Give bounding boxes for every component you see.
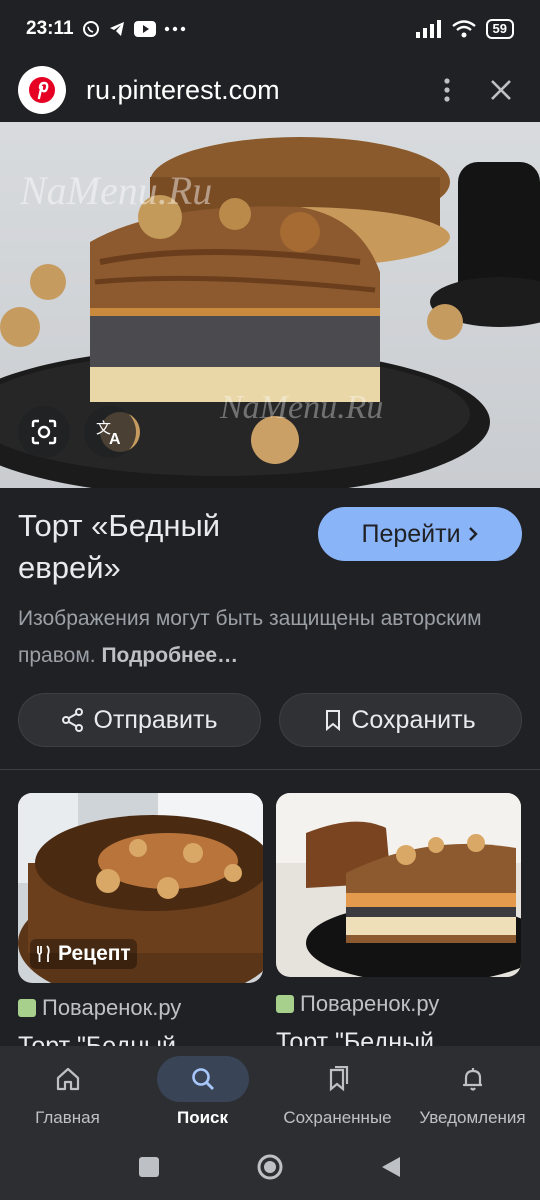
divider <box>0 769 540 770</box>
nav-search[interactable]: Поиск <box>135 1046 270 1138</box>
lens-icon <box>31 419 57 445</box>
related-thumbnail[interactable] <box>276 793 521 977</box>
more-vert-icon[interactable] <box>444 78 450 102</box>
related-source: Поваренок.ру <box>276 991 521 1017</box>
status-time: 23:11 <box>26 18 74 39</box>
wifi-icon <box>451 20 476 38</box>
cake-photo: NaMenu.Ru NaMenu.Ru <box>0 122 540 488</box>
home-icon <box>56 1067 79 1091</box>
battery-indicator: 59 <box>485 19 514 39</box>
back-button[interactable] <box>380 1155 402 1184</box>
status-bar: 23:11 59 <box>0 0 540 58</box>
visit-label: Перейти <box>361 519 461 548</box>
related-thumbnail[interactable]: Рецепт <box>18 793 263 983</box>
result-title: Торт «Бедный еврей» <box>18 508 221 585</box>
search-icon <box>191 1068 214 1090</box>
nav-label: Уведомления <box>419 1108 526 1127</box>
system-navigation <box>0 1138 540 1200</box>
recents-button[interactable] <box>138 1156 160 1183</box>
home-button[interactable] <box>256 1153 284 1186</box>
square-icon <box>139 1156 159 1177</box>
chevron-right-icon <box>468 527 478 541</box>
nav-saved[interactable]: Сохраненные <box>270 1046 405 1138</box>
save-label: Сохранить <box>351 705 476 734</box>
share-button[interactable]: Отправить <box>18 693 261 747</box>
recipe-badge-label: Рецепт <box>58 942 131 965</box>
related-source-label: Поваренок.ру <box>300 991 440 1016</box>
action-row: Отправить Сохранить <box>18 693 522 747</box>
circle-icon <box>257 1154 283 1179</box>
recipe-badge: Рецепт <box>30 939 137 969</box>
bookmarks-icon <box>329 1066 348 1092</box>
related-card[interactable]: Поваренок.ру Торт "Бедный ... <box>276 793 521 1049</box>
povarenok-favicon <box>18 999 36 1017</box>
translate-icon: 文A <box>96 420 121 446</box>
copyright-notice: Изображения могут быть защищены авторски… <box>18 600 518 674</box>
nav-label: Главная <box>35 1108 100 1127</box>
bell-icon <box>462 1068 482 1091</box>
nav-home[interactable]: Главная <box>0 1046 135 1138</box>
youtube-icon <box>133 21 156 37</box>
close-icon[interactable] <box>490 79 512 101</box>
site-header: ru.pinterest.com <box>0 58 540 122</box>
nav-notifications[interactable]: Уведомления <box>405 1046 540 1138</box>
watermark-2: NaMenu.Ru <box>219 389 383 426</box>
whatsapp-icon <box>82 20 100 38</box>
svg-text:A: A <box>109 431 121 446</box>
share-icon <box>61 708 83 732</box>
save-button[interactable]: Сохранить <box>279 693 522 747</box>
more-dots-icon <box>164 26 186 32</box>
bottom-navigation: Главная Поиск Сохраненные Уведомления <box>0 1046 540 1138</box>
share-label: Отправить <box>93 705 218 734</box>
watermark: NaMenu.Ru <box>19 168 212 213</box>
related-card[interactable]: Рецепт Поваренок.ру Торт "Бедный <box>18 793 263 1053</box>
signal-icon <box>415 20 442 38</box>
site-url[interactable]: ru.pinterest.com <box>86 75 280 106</box>
related-source-label: Поваренок.ру <box>42 995 182 1020</box>
google-lens-button[interactable] <box>18 406 70 458</box>
result-image[interactable]: NaMenu.Ru NaMenu.Ru 文A <box>0 122 540 488</box>
visit-button[interactable]: Перейти <box>318 507 522 561</box>
more-info-link[interactable]: Подробнее… <box>101 644 238 667</box>
copyright-text: Изображения могут быть защищены авторски… <box>18 607 482 667</box>
result-title-row: Торт «Бедный еврей» Перейти <box>18 505 522 589</box>
pinterest-logo[interactable] <box>18 66 66 114</box>
fork-knife-icon <box>37 945 50 962</box>
nav-label: Сохраненные <box>283 1108 392 1127</box>
bookmark-icon <box>326 710 341 731</box>
povarenok-favicon <box>276 995 294 1013</box>
translate-button[interactable]: 文A <box>84 406 136 458</box>
telegram-icon <box>108 20 126 38</box>
related-source: Поваренок.ру <box>18 995 263 1021</box>
back-triangle-icon <box>382 1156 400 1177</box>
nav-label: Поиск <box>176 1108 229 1127</box>
